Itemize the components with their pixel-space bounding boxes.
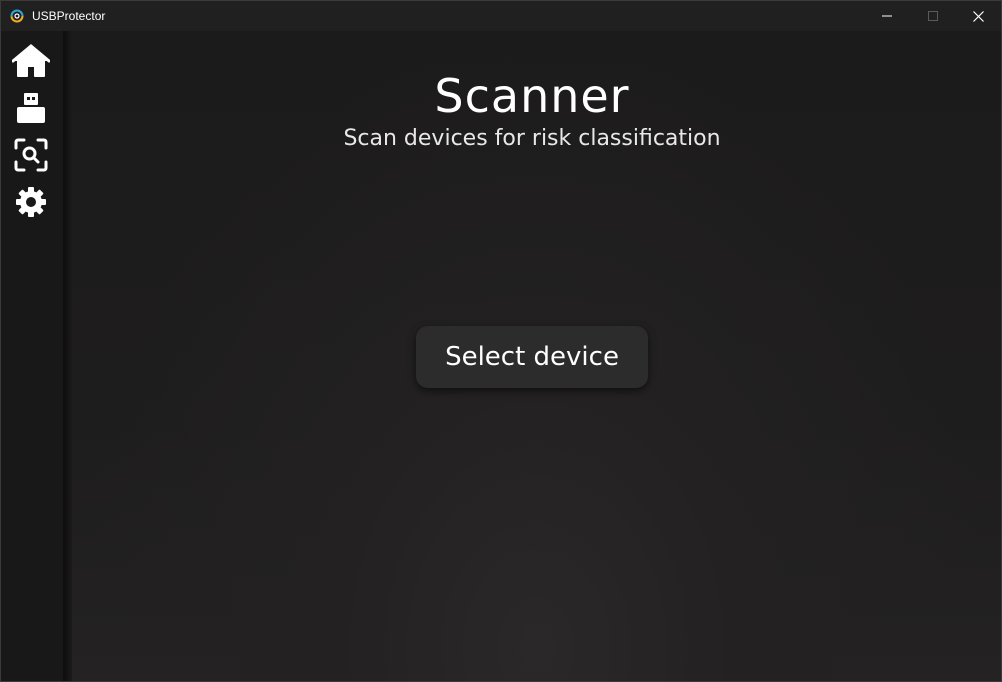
maximize-icon bbox=[928, 11, 938, 21]
gear-icon bbox=[16, 187, 46, 217]
page-subtitle: Scan devices for risk classification bbox=[343, 126, 721, 151]
usb-drive-icon bbox=[17, 93, 45, 123]
home-icon bbox=[12, 44, 50, 77]
sidebar-nav bbox=[1, 31, 63, 681]
sidebar-item-scanner[interactable] bbox=[9, 135, 53, 175]
select-device-button[interactable]: Select device bbox=[416, 326, 648, 388]
maximize-button[interactable] bbox=[910, 1, 956, 31]
close-button[interactable] bbox=[955, 1, 1001, 31]
sidebar-divider bbox=[63, 31, 72, 681]
title-bar[interactable]: USBProtector bbox=[1, 1, 1001, 31]
sidebar-item-home[interactable] bbox=[9, 41, 53, 81]
main-content: Scanner Scan devices for risk classifica… bbox=[72, 31, 1001, 681]
app-window: USBProtector Scanner Scan devices for ri… bbox=[0, 0, 1002, 682]
close-icon bbox=[972, 10, 984, 22]
sidebar-item-settings[interactable] bbox=[9, 182, 53, 222]
scan-search-icon bbox=[14, 138, 48, 172]
app-logo-icon bbox=[10, 9, 24, 23]
window-title: USBProtector bbox=[32, 9, 106, 23]
sidebar-item-devices[interactable] bbox=[9, 88, 53, 128]
minimize-icon bbox=[882, 15, 892, 17]
page-title: Scanner bbox=[434, 69, 630, 123]
minimize-button[interactable] bbox=[864, 1, 910, 31]
